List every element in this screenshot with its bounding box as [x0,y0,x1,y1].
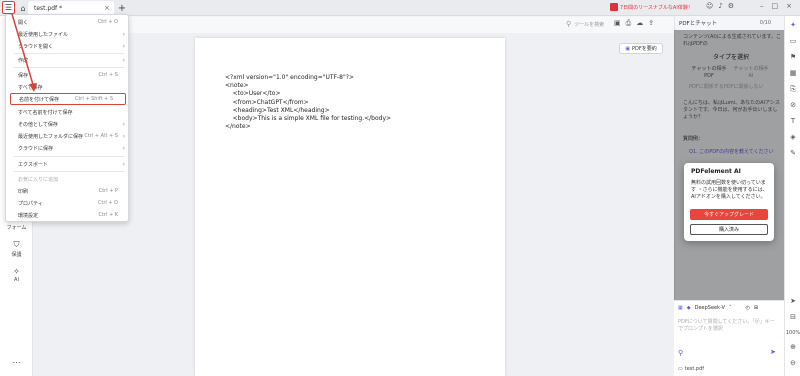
sidebar-item-ai[interactable]: ✧ AI [0,267,33,283]
shield-icon: ⛉ [13,240,20,249]
more-icon[interactable]: ⋯ [0,358,33,367]
send-icon[interactable]: ➤ [770,348,776,356]
model-select[interactable]: DeepSeek-V [695,305,725,311]
settings-icon[interactable]: ⚙ [728,2,734,10]
zoom-in-icon[interactable]: ⊕ [788,342,798,352]
summarize-pdf-button[interactable]: ▣ PDFを要約 [619,43,663,54]
menu-item-preferences[interactable]: 環境設定 Ctrl + K [6,209,130,221]
question-counter: 0/10 [759,20,771,26]
form-label: フォーム [6,225,27,231]
text-icon[interactable]: T [788,116,798,126]
share-icon[interactable]: ⇪ [648,19,654,28]
zoom-level: 100% [785,330,800,336]
panel-header: PDFとチャット 0/10 [679,20,771,27]
cursor-icon[interactable]: ➤ [788,296,798,306]
close-tab-icon[interactable]: × [104,4,110,12]
chevron-right-icon: › [122,30,125,38]
file-status: ▭ test.pdf [674,362,784,376]
ai-sparkle-icon: ✧ [13,267,20,276]
new-tab-icon[interactable]: + [116,2,128,14]
fit-width-icon[interactable]: ⊟ [788,312,798,322]
chat-input[interactable]: PDFについて質問してください。「＠」キーでプロンプトを選択 [678,319,778,333]
promo-banner[interactable]: 7日間のリースナブルなAI体験！ [610,3,693,11]
pdf-page[interactable]: <?xml version="1.0" encoding="UTF-8"?> <n… [195,38,505,376]
user-icon[interactable]: ☺ [706,2,713,10]
sidebar-item-form[interactable]: フォーム [0,224,33,231]
translate-icon[interactable]: ▦ [678,305,683,311]
menu-item-export[interactable]: エクスポート › [6,158,130,170]
chevron-right-icon: › [122,56,125,64]
edit-icon[interactable]: ✎ [788,148,798,158]
right-toolbar: ✦ ▭ ⚑ ▦ ⎘ ⊘ T ◈ ✎ ➤ ⊟ 100% ⊕ ⊖ [784,16,800,376]
ai-label: AI [14,277,19,283]
dialog-description: 無料の試用回数を使い切っています ・さらに機能を使用するには、AIアドオンを購入… [691,180,768,200]
chevron-right-icon: › [122,42,125,50]
chat-icon[interactable]: ✦ [788,20,798,30]
maximize-icon[interactable]: □ [772,2,779,10]
menu-item-print[interactable]: 印刷 Ctrl + P [6,185,130,197]
attachment-icon[interactable]: ⎘ [788,84,798,94]
chat-input-area: ▦ ◆ DeepSeek-V ˅ ◴ ⊞ PDFについて質問してください。「＠」… [674,300,784,364]
save-icon[interactable]: ▣ [614,19,621,28]
menu-item-save-all-as[interactable]: すべて名前を付けて保存 [6,106,130,118]
chevron-down-icon[interactable]: ˅ [729,305,732,311]
grid-icon[interactable]: ▦ [788,68,798,78]
gift-icon [610,3,618,11]
sidebar-item-protect[interactable]: ⛉ 保護 [0,240,33,258]
history-icon[interactable]: ◴ [745,305,749,311]
purchased-button[interactable]: 購入済み [690,224,768,235]
menu-item-properties[interactable]: プロパティ Ctrl + D [6,197,130,209]
promo-text: 7日間のリースナブルなAI体験！ [620,4,693,11]
xml-content: <?xml version="1.0" encoding="UTF-8"?> <n… [225,74,392,131]
chevron-right-icon: › [122,120,125,128]
menu-item-add-favorite: お気に入りに追加 [18,176,59,183]
model-icon: ◆ [686,305,691,311]
upgrade-button[interactable]: 今すぐアップグレード [690,209,768,220]
chevron-right-icon: › [122,132,125,140]
link-icon[interactable]: ⊘ [788,100,798,110]
menu-item-save-as-other[interactable]: その他として保存 › [6,118,130,130]
cloud-icon[interactable]: ☁ [636,19,643,28]
zoom-out-icon[interactable]: ⊖ [788,358,798,368]
print-icon[interactable]: ⎙ [626,19,632,28]
new-chat-icon[interactable]: ⊞ [754,305,758,311]
protect-label: 保護 [11,252,22,258]
chevron-right-icon: › [122,144,125,152]
summarize-icon: ▣ [625,45,630,52]
search-placeholder: ツールを検索 [574,21,605,28]
annotation-arrow [11,13,37,92]
menu-item-save-cloud[interactable]: クラウドに保存 › [6,142,130,154]
bell-icon[interactable]: ♪ [718,2,722,10]
menu-item-save-recent-folder[interactable]: 最近使用したフォルダに保存 Ctrl + Alt + S › [6,130,130,142]
layers-icon[interactable]: ◈ [788,132,798,142]
dialog-title: PDFelement AI [691,168,741,175]
close-window-icon[interactable]: × [786,2,792,10]
bookmark-icon[interactable]: ⚑ [788,52,798,62]
tool-search[interactable]: ⚲ ツールを検索 [566,20,604,28]
minimize-icon[interactable]: – [760,2,764,10]
comment-icon[interactable]: ▭ [788,36,798,46]
pin-icon[interactable]: ⚲ [678,349,683,357]
upgrade-dialog: PDFelement AI 無料の試用回数を使い切っています ・さらに機能を使用… [684,163,774,241]
chevron-right-icon: › [122,160,125,168]
file-icon: ▭ [678,366,683,372]
search-icon: ⚲ [566,20,572,28]
